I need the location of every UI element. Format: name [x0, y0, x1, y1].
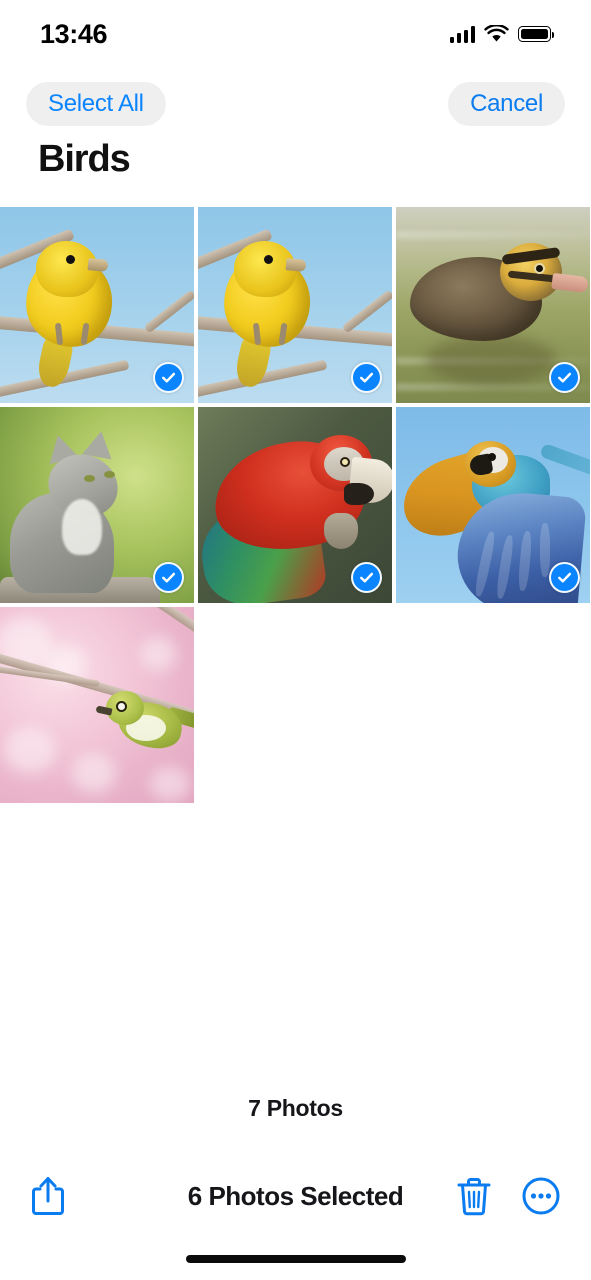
status-bar-icons — [449, 19, 555, 43]
cellular-signal-icon — [449, 25, 475, 43]
photo-grid — [0, 207, 591, 803]
checkmark-circle-icon[interactable] — [153, 562, 184, 593]
photo-thumbnail-scarlet-macaw[interactable] — [198, 407, 392, 603]
battery-full-icon — [518, 26, 555, 42]
status-bar: 13:46 — [0, 0, 591, 62]
checkmark-circle-icon[interactable] — [549, 562, 580, 593]
selection-toolbar: 6 Photos Selected — [0, 1168, 591, 1224]
checkmark-circle-icon[interactable] — [549, 362, 580, 393]
home-indicator[interactable] — [185, 1255, 406, 1263]
photo-thumbnail-blue-gold-macaw-flying[interactable] — [396, 407, 590, 603]
photo-count-label: 7 Photos — [248, 1095, 343, 1121]
photo-thumbnail-grey-kitten-looking-up[interactable] — [0, 407, 194, 603]
photos-album-selection-screen: 13:46 Select All Cancel Birds 7 Photos 6… — [0, 0, 591, 1280]
photo-thumbnail-yellow-canary-on-branch-duplicate[interactable] — [198, 207, 392, 403]
wifi-icon — [484, 25, 509, 42]
more-options-button[interactable] — [521, 1176, 561, 1216]
ellipsis-circle-icon — [522, 1177, 560, 1215]
status-bar-time: 13:46 — [40, 18, 108, 49]
delete-button[interactable] — [455, 1175, 493, 1217]
checkmark-circle-icon[interactable] — [351, 562, 382, 593]
photo-thumbnail-duckling-in-water[interactable] — [396, 207, 590, 403]
cancel-button[interactable]: Cancel — [448, 82, 565, 126]
share-button[interactable] — [30, 1174, 66, 1218]
photo-image — [0, 607, 194, 803]
share-icon — [32, 1177, 64, 1215]
select-all-button[interactable]: Select All — [26, 82, 166, 126]
toolbar-right-actions — [455, 1175, 561, 1217]
photo-thumbnail-yellow-canary-on-branch[interactable] — [0, 207, 194, 403]
trash-icon — [457, 1178, 491, 1216]
page-title: Birds — [38, 138, 131, 180]
photo-thumbnail-white-eye-bird-cherry-blossom[interactable] — [0, 607, 194, 803]
checkmark-circle-icon[interactable] — [351, 362, 382, 393]
navigation-bar: Select All Cancel — [0, 80, 591, 128]
checkmark-circle-icon[interactable] — [153, 362, 184, 393]
